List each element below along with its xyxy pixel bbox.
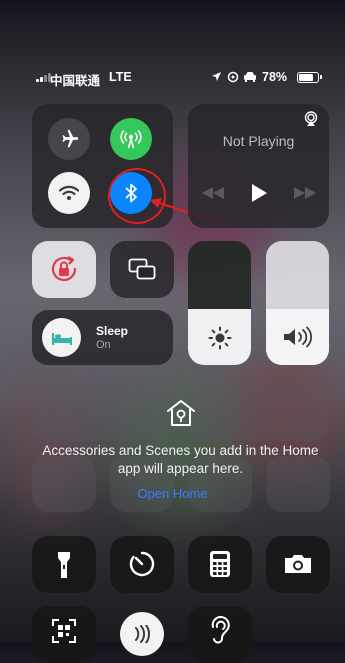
wifi-icon <box>58 185 80 200</box>
carrier-name: 中国联通 <box>50 74 101 88</box>
network-type: LTE <box>109 70 132 84</box>
open-home-link[interactable]: Open Home <box>0 486 345 501</box>
battery-percentage: 78% <box>262 70 288 84</box>
location-icon <box>212 72 221 81</box>
rewind-icon[interactable] <box>202 187 224 199</box>
volume-slider[interactable] <box>266 241 329 365</box>
media-player-module[interactable]: Not Playing <box>188 104 329 228</box>
screen-mirroring-button[interactable] <box>110 241 174 298</box>
screen-mirroring-icon <box>128 258 156 280</box>
brightness-icon <box>208 326 232 350</box>
focus-sleep-button[interactable]: Sleep On <box>32 310 173 365</box>
nfc-icon <box>135 625 150 643</box>
fast-forward-icon[interactable] <box>294 187 316 199</box>
flashlight-icon <box>58 552 70 578</box>
timer-icon <box>129 551 155 577</box>
now-playing-title: Not Playing <box>222 133 295 149</box>
camera-icon <box>285 555 311 573</box>
qr-scanner-icon <box>52 619 76 643</box>
home-placeholder-tile <box>188 385 329 441</box>
hearing-button[interactable] <box>188 606 252 663</box>
car-icon <box>244 72 256 82</box>
play-icon[interactable] <box>251 184 267 202</box>
alarm-icon <box>227 71 239 83</box>
airplay-icon[interactable] <box>303 111 319 127</box>
home-empty-message: Accessories and Scenes you add in the Ho… <box>42 443 319 476</box>
airplane-mode-toggle[interactable] <box>48 118 90 160</box>
volume-icon <box>284 326 313 348</box>
focus-mode-label: Sleep <box>96 324 129 338</box>
calculator-button[interactable] <box>188 536 252 593</box>
orientation-lock-toggle[interactable] <box>32 241 96 298</box>
timer-button[interactable] <box>110 536 174 593</box>
brightness-slider[interactable] <box>188 241 251 365</box>
sleep-icon-badge <box>42 318 81 357</box>
battery-icon <box>297 72 322 83</box>
camera-button[interactable] <box>266 536 330 593</box>
home-placeholder-tile <box>32 385 173 441</box>
qr-scanner-button[interactable] <box>32 606 96 663</box>
wifi-toggle[interactable] <box>48 172 90 214</box>
orientation-lock-icon <box>51 256 77 282</box>
bed-icon <box>51 332 72 345</box>
signal-strength-icon <box>36 73 51 82</box>
flashlight-button[interactable] <box>32 536 96 593</box>
calculator-icon <box>210 551 230 577</box>
cellular-data-toggle[interactable] <box>110 118 152 160</box>
focus-mode-state: On <box>96 339 111 351</box>
nfc-button[interactable] <box>120 612 164 656</box>
home-icon <box>167 400 195 426</box>
airplane-icon <box>62 129 79 148</box>
cellular-icon <box>120 129 142 149</box>
